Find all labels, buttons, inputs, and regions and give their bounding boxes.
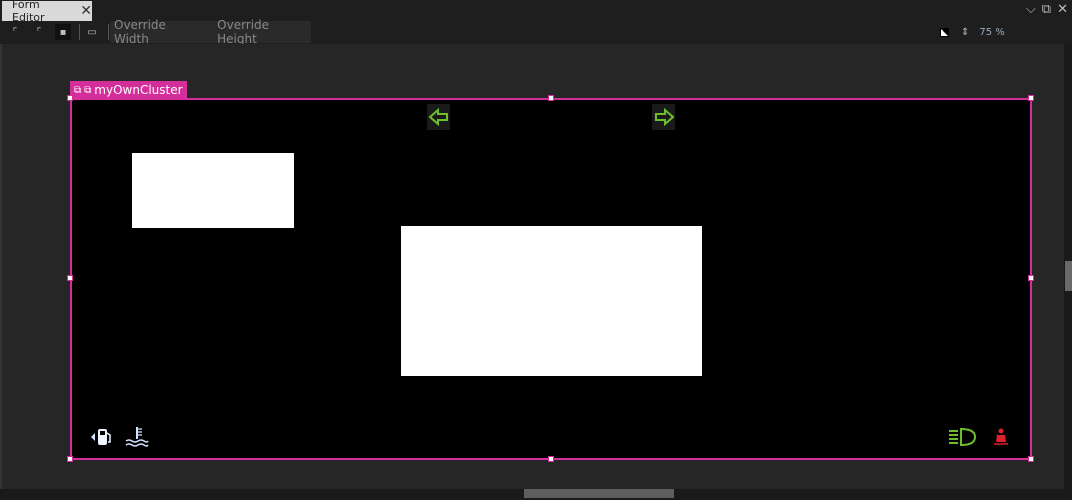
separator [108, 24, 109, 40]
checker-icon[interactable] [940, 27, 949, 37]
override-height-button[interactable]: Override Height [217, 18, 311, 46]
resize-handle-nw[interactable] [67, 95, 73, 101]
fuel-icon[interactable] [90, 426, 114, 448]
tab-form-editor[interactable]: Form Editor ✕ [2, 0, 92, 24]
stepper-icon[interactable]: ⇕ [961, 27, 969, 38]
override-width-button[interactable]: Override Width [114, 18, 203, 46]
resize-handle-w[interactable] [67, 275, 73, 281]
select-bounds-icon[interactable]: ▭ [84, 24, 100, 40]
zoom-value[interactable]: 75 % [979, 27, 1029, 38]
anchor-icon[interactable]: ⧉ [74, 85, 81, 96]
zoom-group: ⇕ 75 % ⇕ ↺ [940, 21, 1072, 43]
form-name: myOwnCluster [94, 83, 183, 97]
chevron-down-icon[interactable]: ⌵ [1026, 2, 1036, 17]
toolbar: ⌜ ⌜ ▪ ▭ Override Width Override Height ⇕… [0, 18, 1072, 46]
separator [79, 24, 80, 40]
white-rectangle-small[interactable] [132, 153, 294, 228]
anchor-a-icon[interactable]: ⌜ [31, 24, 47, 40]
anchor-fill-icon[interactable]: ▪ [55, 24, 71, 40]
turn-left-arrow-icon[interactable] [427, 104, 450, 130]
left-edge [0, 44, 2, 500]
close-icon[interactable]: ✕ [1057, 2, 1068, 17]
resize-handle-s[interactable] [548, 456, 554, 462]
close-icon[interactable]: ✕ [80, 3, 92, 19]
resize-handle-e[interactable] [1028, 275, 1034, 281]
anchor-icon[interactable]: ⧉ [84, 85, 91, 96]
resize-handle-n[interactable] [548, 95, 554, 101]
form-root[interactable] [70, 98, 1032, 460]
float-icon[interactable]: ⧉ [1042, 2, 1051, 17]
vertical-scroll-thumb[interactable] [1065, 261, 1072, 291]
resize-handle-ne[interactable] [1028, 95, 1034, 101]
turn-right-arrow-icon[interactable] [652, 104, 675, 130]
override-group: Override Width Override Height [110, 18, 311, 46]
headlight-icon[interactable] [947, 426, 979, 448]
anchor-x-icon[interactable]: ⌜ [7, 24, 23, 40]
coolant-temp-icon[interactable] [124, 426, 150, 448]
seatbelt-icon[interactable] [990, 426, 1012, 448]
white-rectangle-large[interactable] [401, 226, 702, 376]
resize-handle-se[interactable] [1028, 456, 1034, 462]
form-label-tag[interactable]: ⧉ ⧉ myOwnCluster [70, 81, 187, 99]
window-controls: ⌵ ⧉ ✕ [1026, 2, 1068, 17]
horizontal-scroll-thumb[interactable] [524, 489, 674, 498]
resize-handle-sw[interactable] [67, 456, 73, 462]
